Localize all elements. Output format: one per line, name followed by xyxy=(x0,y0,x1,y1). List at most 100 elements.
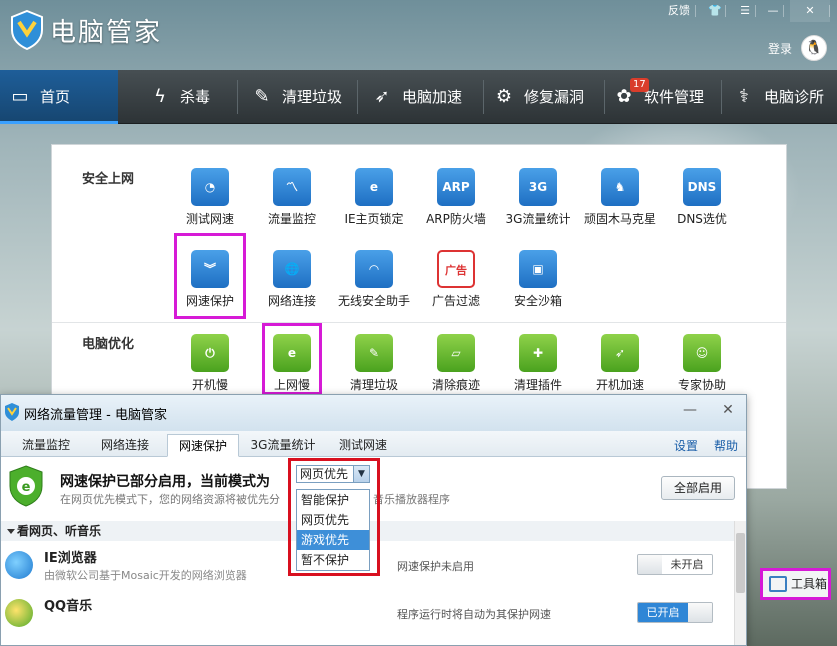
nav-antivirus[interactable]: ϟ 杀毒 xyxy=(140,70,236,124)
tool-dns-select[interactable]: DNS DNS选优 xyxy=(661,168,743,238)
rocket-icon: ➶ xyxy=(374,86,390,107)
collapse-arrow-icon xyxy=(7,529,15,534)
wifi-icon: ◠ xyxy=(355,250,393,288)
stethoscope-icon: ⚕ xyxy=(739,86,749,107)
toggle-knob xyxy=(638,555,662,574)
nav-software[interactable]: ✿ 软件管理 xyxy=(604,70,722,124)
speedometer-icon: ◔ xyxy=(191,168,229,206)
tool-label: 开机加速 xyxy=(595,378,644,392)
toggle-knob xyxy=(688,603,712,622)
tab-speed-protect[interactable]: 网速保护 xyxy=(167,434,239,457)
close-button[interactable]: ✕ xyxy=(790,0,830,22)
tool-label: 清理垃圾 xyxy=(349,378,398,392)
ad-block-icon: 广告 xyxy=(437,250,475,288)
protection-status-desc-tail: 音乐播放器程序 xyxy=(373,493,450,506)
tab-3g-stats[interactable]: 3G流量统计 xyxy=(243,434,323,457)
tool-label: 顽固木马克星 xyxy=(583,212,656,226)
lightning-icon: ϟ xyxy=(154,86,166,107)
expert-person-icon: ☺ xyxy=(683,334,721,372)
nav-clinic[interactable]: ⚕ 电脑诊所 xyxy=(724,70,836,124)
enable-all-button[interactable]: 全部启用 xyxy=(661,476,735,500)
protect-toggle-off[interactable]: 未开启 xyxy=(637,554,713,575)
broom-icon: ✎ xyxy=(355,334,393,372)
nav-antivirus-label: 杀毒 xyxy=(180,88,211,106)
section-divider xyxy=(52,322,786,323)
nav-home[interactable]: ▭ 首页 xyxy=(0,70,118,124)
arp-icon: ARP xyxy=(437,168,475,206)
puzzle-icon: ✚ xyxy=(519,334,557,372)
dropdown-red-highlight xyxy=(288,458,380,576)
qq-music-icon xyxy=(5,599,33,627)
tool-sandbox[interactable]: ▣ 安全沙箱 xyxy=(497,250,579,320)
protection-status-desc: 在网页优先模式下，您的网络资源将被优先分 xyxy=(60,493,280,506)
tool-label: 网络连接 xyxy=(267,294,316,308)
toolbox-button[interactable]: 工具箱 xyxy=(760,568,831,600)
app-protect-status: 网速保护未启用 xyxy=(397,560,474,573)
app-shield-logo-icon xyxy=(11,10,43,50)
nav-speedup[interactable]: ➶ 电脑加速 xyxy=(362,70,480,124)
highlight-slow-internet xyxy=(262,323,322,395)
minimize-button[interactable]: — xyxy=(762,0,784,22)
nav-clean[interactable]: ✎ 清理垃圾 xyxy=(242,70,354,124)
ie-lock-icon: e xyxy=(355,168,393,206)
software-update-badge: 17 xyxy=(630,78,649,92)
qq-avatar-icon[interactable]: 🐧 xyxy=(801,35,827,61)
login-link[interactable]: 登录 xyxy=(768,40,792,57)
toggle-label: 未开启 xyxy=(662,555,712,574)
tool-speed-test[interactable]: ◔ 测试网速 xyxy=(169,168,251,238)
skin-icon[interactable]: 👕 xyxy=(704,0,726,22)
toggle-label: 已开启 xyxy=(638,603,688,622)
nav-patch-label: 修复漏洞 xyxy=(524,88,585,106)
broom-icon: ✎ xyxy=(254,86,270,107)
tool-trojan-killer[interactable]: ♞ 顽固木马克星 xyxy=(579,168,661,238)
tool-3g-stats[interactable]: 3G 3G流量统计 xyxy=(497,168,579,238)
tab-speed-test[interactable]: 测试网速 xyxy=(327,434,399,457)
tool-arp-firewall[interactable]: ARP ARP防火墙 xyxy=(415,168,497,238)
section-optimize-title: 电脑优化 xyxy=(82,337,135,352)
nav-home-label: 首页 xyxy=(40,88,71,106)
menu-icon[interactable]: ☰ xyxy=(734,0,756,22)
toolbox-label: 工具箱 xyxy=(791,577,828,591)
tool-label: 流量监控 xyxy=(267,212,316,226)
tool-network-connections[interactable]: 🌐 网络连接 xyxy=(251,250,333,320)
tool-label: 3G流量统计 xyxy=(505,212,571,226)
tool-traffic-monitor[interactable]: 〽流量监控 xyxy=(251,168,333,238)
tool-label: 安全沙箱 xyxy=(513,294,562,308)
nav-clean-label: 清理垃圾 xyxy=(282,88,343,106)
dialog-close-button[interactable]: ✕ xyxy=(719,401,737,419)
highlight-speed-protect xyxy=(174,233,246,319)
main-nav: ▭ 首页 ϟ 杀毒 ✎ 清理垃圾 ➶ 电脑加速 ⚙ 修复漏洞 ✿ 软件管理 ⚕ … xyxy=(0,70,837,124)
tool-label: 专家协助 xyxy=(677,378,726,392)
app-title: 电脑管家 xyxy=(50,18,163,48)
dialog-title: 网络流量管理 - 电脑管家 xyxy=(24,408,167,423)
tool-ad-filter[interactable]: 广告 广告过滤 xyxy=(415,250,497,320)
app-row-qqmusic: QQ音乐 程序运行时将自动为其保护网速 已开启 xyxy=(1,589,734,637)
protection-status-title: 网速保护已部分启用，当前模式为 xyxy=(60,474,270,490)
rocket-icon: ➶ xyxy=(601,334,639,372)
monitor-icon: ▭ xyxy=(11,86,29,107)
tool-wifi-assistant[interactable]: ◠ 无线安全助手 xyxy=(333,250,415,320)
nav-clinic-label: 电脑诊所 xyxy=(764,88,825,106)
tab-network-connections[interactable]: 网络连接 xyxy=(87,434,163,457)
tool-label: 测试网速 xyxy=(185,212,234,226)
help-link[interactable]: 帮助 xyxy=(714,437,738,454)
app-protect-status: 程序运行时将自动为其保护网速 xyxy=(397,608,551,621)
list-scrollbar[interactable] xyxy=(734,521,746,645)
sandbox-icon: ▣ xyxy=(519,250,557,288)
section-internet-title: 安全上网 xyxy=(82,172,135,187)
power-icon: ⏻ xyxy=(191,334,229,372)
settings-link[interactable]: 设置 xyxy=(674,437,698,454)
dialog-title-bar: 网络流量管理 - 电脑管家 — ✕ xyxy=(1,395,746,431)
feedback-button[interactable]: 反馈 xyxy=(662,0,696,22)
tab-traffic-monitor[interactable]: 流量监控 xyxy=(9,434,83,457)
dialog-tabs: 流量监控 网络连接 网速保护 3G流量统计 测试网速 设置 帮助 xyxy=(1,431,746,457)
protect-toggle-on[interactable]: 已开启 xyxy=(637,602,713,623)
dialog-minimize-button[interactable]: — xyxy=(681,401,699,419)
tool-label: DNS选优 xyxy=(677,212,727,226)
nav-patch[interactable]: ⚙ 修复漏洞 xyxy=(484,70,602,124)
nav-speedup-label: 电脑加速 xyxy=(402,88,463,106)
scrollbar-thumb[interactable] xyxy=(736,533,745,593)
tool-ie-lock[interactable]: e IE主页锁定 xyxy=(333,168,415,238)
protection-shield-icon: e xyxy=(9,465,43,507)
svg-text:e: e xyxy=(22,480,31,495)
